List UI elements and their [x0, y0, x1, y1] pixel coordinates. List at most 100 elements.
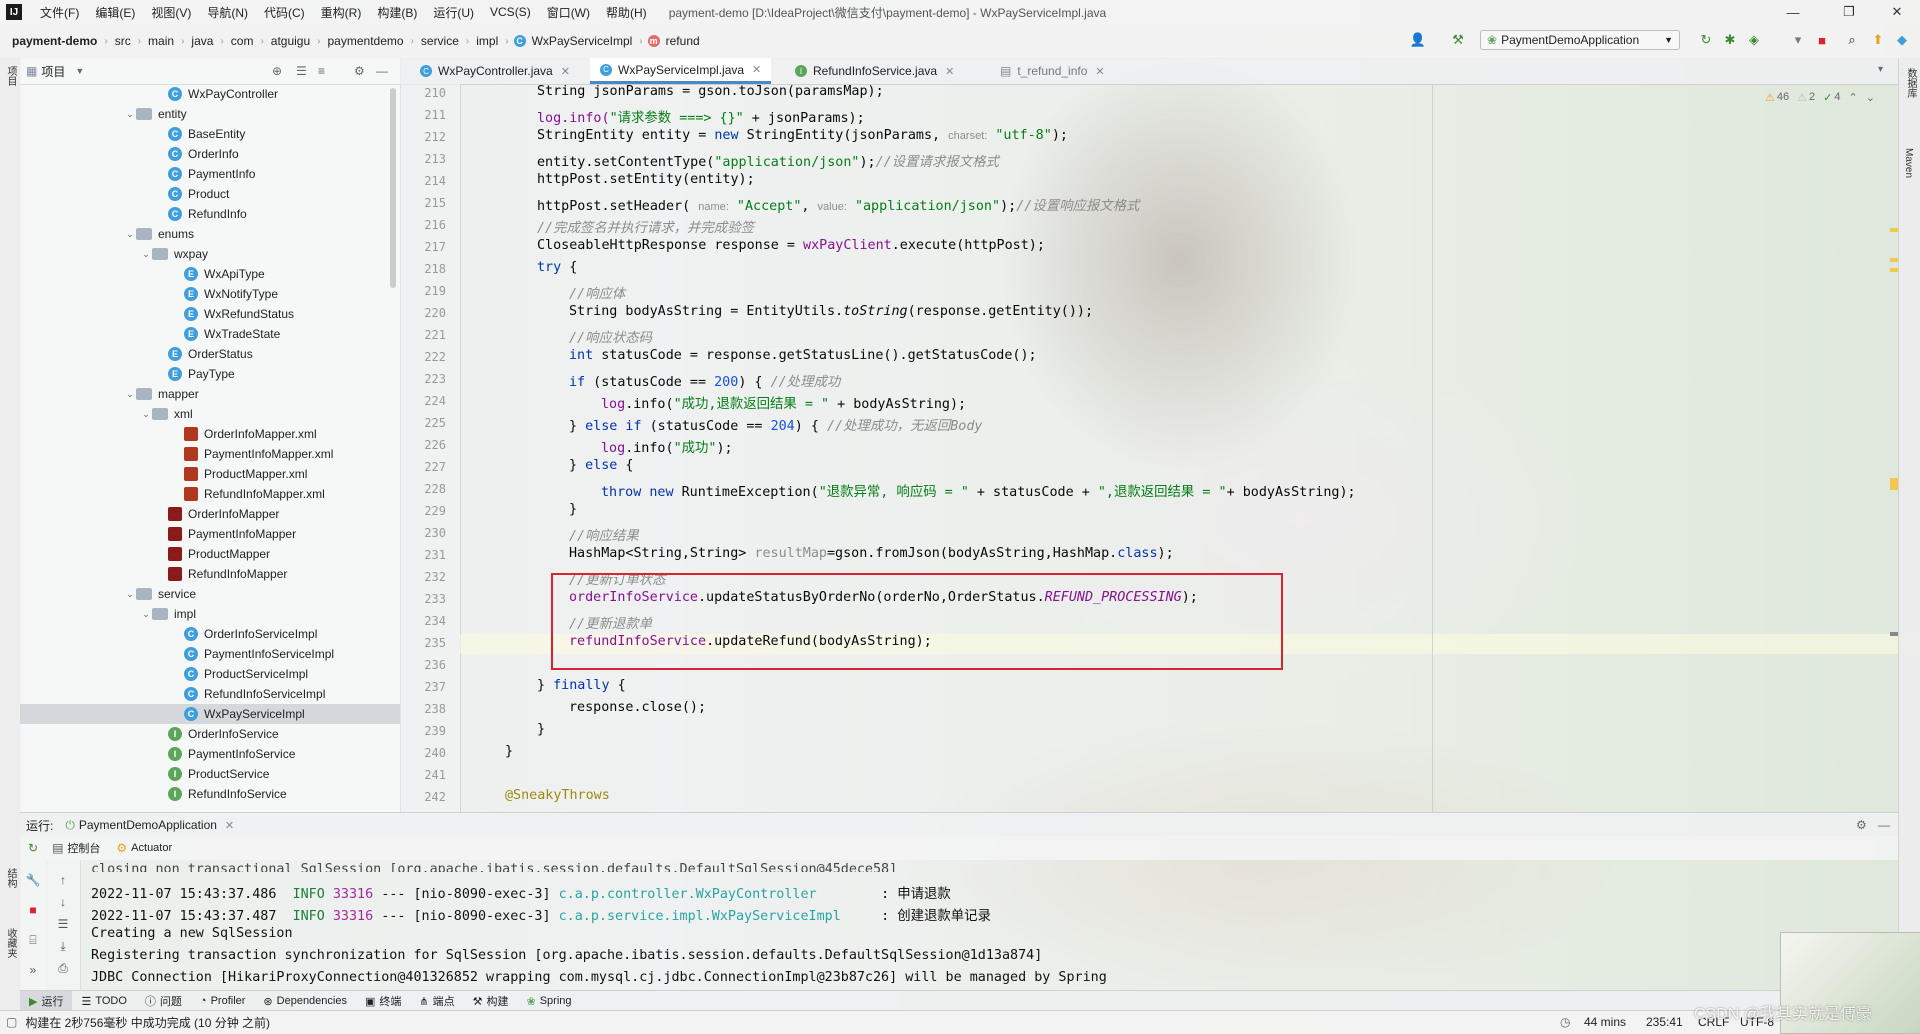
tree-file[interactable]: RefundInfoMapper.xml [20, 484, 400, 504]
inspection-widget[interactable]: ⚠ 46 ⚠ 2 ✓ 4 ⌃ ⌄ [1765, 88, 1885, 106]
tree-file[interactable]: E OrderStatus [20, 344, 400, 364]
tool-tab-run[interactable]: ▶ 运行 [20, 991, 73, 1011]
chevron-down-icon[interactable]: ⌄ [140, 409, 152, 420]
hide-panel-icon[interactable]: — [376, 64, 388, 78]
favorites-tool-tab[interactable]: 收藏夹 [2, 928, 18, 958]
menu-file[interactable]: 文件(F) [32, 4, 87, 21]
warning-marker[interactable] [1890, 258, 1898, 262]
debug-icon[interactable]: ✱ [1722, 32, 1738, 48]
breadcrumb-atguigu[interactable]: atguigu [269, 34, 312, 48]
menu-view[interactable]: 视图(V) [143, 4, 199, 21]
tree-file[interactable]: E PayType [20, 364, 400, 384]
next-highlight-icon[interactable]: ⌄ [1866, 91, 1875, 104]
breadcrumb-com[interactable]: com [229, 34, 256, 48]
close-tab-icon[interactable]: ✕ [1095, 65, 1104, 78]
chevron-down-icon[interactable]: ⌄ [124, 589, 136, 600]
status-message[interactable]: 构建在 2秒756毫秒 中成功完成 (10 分钟 之前) [25, 1014, 270, 1031]
more-tabs-icon[interactable]: ▾ [1878, 64, 1883, 75]
project-panel-title[interactable]: 项目 [41, 63, 65, 80]
tool-tab-terminal[interactable]: ▣ 终端 [356, 991, 410, 1011]
chevron-down-icon[interactable]: ⌄ [124, 229, 136, 240]
warning-marker[interactable] [1890, 478, 1898, 490]
tool-tab-spring[interactable]: ❀ Spring [517, 991, 580, 1011]
tree-file[interactable]: RefundInfoMapper [20, 564, 400, 584]
tool-tab-build[interactable]: ⚒ 构建 [464, 991, 518, 1011]
tree-file[interactable]: E WxTradeState [20, 324, 400, 344]
breadcrumb-java[interactable]: java [189, 34, 215, 48]
scroll-down-icon[interactable]: ↓ [55, 894, 71, 910]
rerun-icon[interactable]: ↻ [28, 841, 38, 855]
hide-panel-icon[interactable]: — [1878, 818, 1890, 832]
project-tool-tab[interactable]: 项目 [2, 66, 18, 86]
breadcrumb-main[interactable]: main [146, 34, 176, 48]
settings-gear-icon[interactable]: ⚙ [354, 64, 365, 78]
wrench-icon[interactable]: 🔧 [25, 872, 41, 888]
camera-icon[interactable]: ⌸ [25, 932, 41, 948]
scroll-up-icon[interactable]: ↑ [55, 872, 71, 888]
stop-icon[interactable]: ■ [1814, 32, 1830, 48]
tree-folder[interactable]: ⌄ mapper [20, 384, 400, 404]
database-tool-tab[interactable]: 数据库 [1903, 68, 1918, 98]
collapse-all-icon[interactable]: ≡ [318, 64, 325, 78]
maven-tool-tab[interactable]: Maven [1903, 148, 1914, 178]
previous-highlight-icon[interactable]: ⌃ [1848, 91, 1857, 104]
tab-actuator[interactable]: Actuator [131, 842, 172, 854]
tree-file[interactable]: C RefundInfo [20, 204, 400, 224]
search-icon[interactable]: ⌕ [1844, 32, 1860, 48]
build-hammer-icon[interactable]: ⚒ [1450, 32, 1466, 48]
tab-console[interactable]: 控制台 [67, 840, 100, 856]
breadcrumb-impl[interactable]: impl [474, 34, 500, 48]
plugin-icon[interactable]: ◆ [1894, 32, 1910, 48]
tree-file[interactable]: C WxPayServiceImpl [20, 704, 400, 724]
tree-file[interactable]: E WxApiType [20, 264, 400, 284]
caret-position[interactable]: 235:41 [1646, 1015, 1683, 1029]
time-tracking[interactable]: 44 mins [1584, 1015, 1626, 1029]
menu-window[interactable]: 窗口(W) [539, 4, 598, 21]
panel-toggle-icon[interactable]: ▢ [6, 1015, 17, 1029]
tree-folder[interactable]: ⌄ service [20, 584, 400, 604]
tool-tab-endpoints[interactable]: ⋔ 端点 [410, 991, 463, 1011]
tree-folder[interactable]: ⌄ xml [20, 404, 400, 424]
settings-gear-icon[interactable]: ⚙ [1856, 818, 1867, 832]
chevron-down-icon[interactable]: ⌄ [140, 609, 152, 620]
expand-all-icon[interactable]: ☰ [296, 64, 307, 78]
close-tab-icon[interactable]: ✕ [561, 65, 570, 78]
stop-icon[interactable]: ■ [25, 902, 41, 918]
scroll-to-end-icon[interactable]: ⤓ [55, 938, 71, 954]
menu-build[interactable]: 构建(B) [369, 4, 425, 21]
soft-wrap-icon[interactable]: ☰ [55, 916, 71, 932]
menu-edit[interactable]: 编辑(E) [87, 4, 143, 21]
warning-marker[interactable] [1890, 268, 1898, 272]
tree-file[interactable]: ProductMapper [20, 544, 400, 564]
restore-icon[interactable]: ❐ [1826, 0, 1872, 24]
tree-file[interactable]: C PaymentInfoServiceImpl [20, 644, 400, 664]
chevron-down-icon[interactable]: ⌄ [124, 389, 136, 400]
close-icon[interactable]: ✕ [1874, 0, 1920, 24]
tree-file[interactable]: PaymentInfoMapper.xml [20, 444, 400, 464]
tab-wxpayserviceimpl[interactable]: C WxPayServiceImpl.java ✕ [590, 58, 772, 84]
tree-file[interactable]: C WxPayController [20, 84, 400, 104]
expand-more-icon[interactable]: » [25, 962, 41, 978]
update-icon[interactable]: ⬆ [1870, 32, 1886, 48]
breadcrumb-src[interactable]: src [113, 34, 133, 48]
minimize-icon[interactable]: — [1770, 0, 1816, 24]
close-tab-icon[interactable]: ✕ [945, 65, 954, 78]
breadcrumb-method[interactable]: refund [664, 34, 702, 48]
tree-file[interactable]: C PaymentInfo [20, 164, 400, 184]
breadcrumb-service[interactable]: service [419, 34, 461, 48]
menu-run[interactable]: 运行(U) [425, 4, 482, 21]
close-tab-icon[interactable]: ✕ [752, 63, 761, 76]
user-icon[interactable]: 👤 [1410, 32, 1426, 48]
menu-navigate[interactable]: 导航(N) [199, 4, 256, 21]
tab-wxpaycontroller[interactable]: C WxPayController.java ✕ [410, 58, 580, 84]
tool-tab-dependencies[interactable]: ⊛ Dependencies [254, 991, 356, 1011]
locate-icon[interactable]: ⊕ [272, 64, 282, 78]
chevron-down-icon[interactable]: ▼ [75, 66, 84, 76]
tool-tab-problems[interactable]: ⓘ 问题 [136, 991, 191, 1011]
tree-file[interactable]: I RefundInfoService [20, 784, 400, 804]
tree-file[interactable]: C OrderInfo [20, 144, 400, 164]
menu-help[interactable]: 帮助(H) [598, 4, 655, 21]
tree-file[interactable]: OrderInfoMapper [20, 504, 400, 524]
tree-file[interactable]: PaymentInfoMapper [20, 524, 400, 544]
print-icon[interactable]: ⎙ [55, 960, 71, 976]
